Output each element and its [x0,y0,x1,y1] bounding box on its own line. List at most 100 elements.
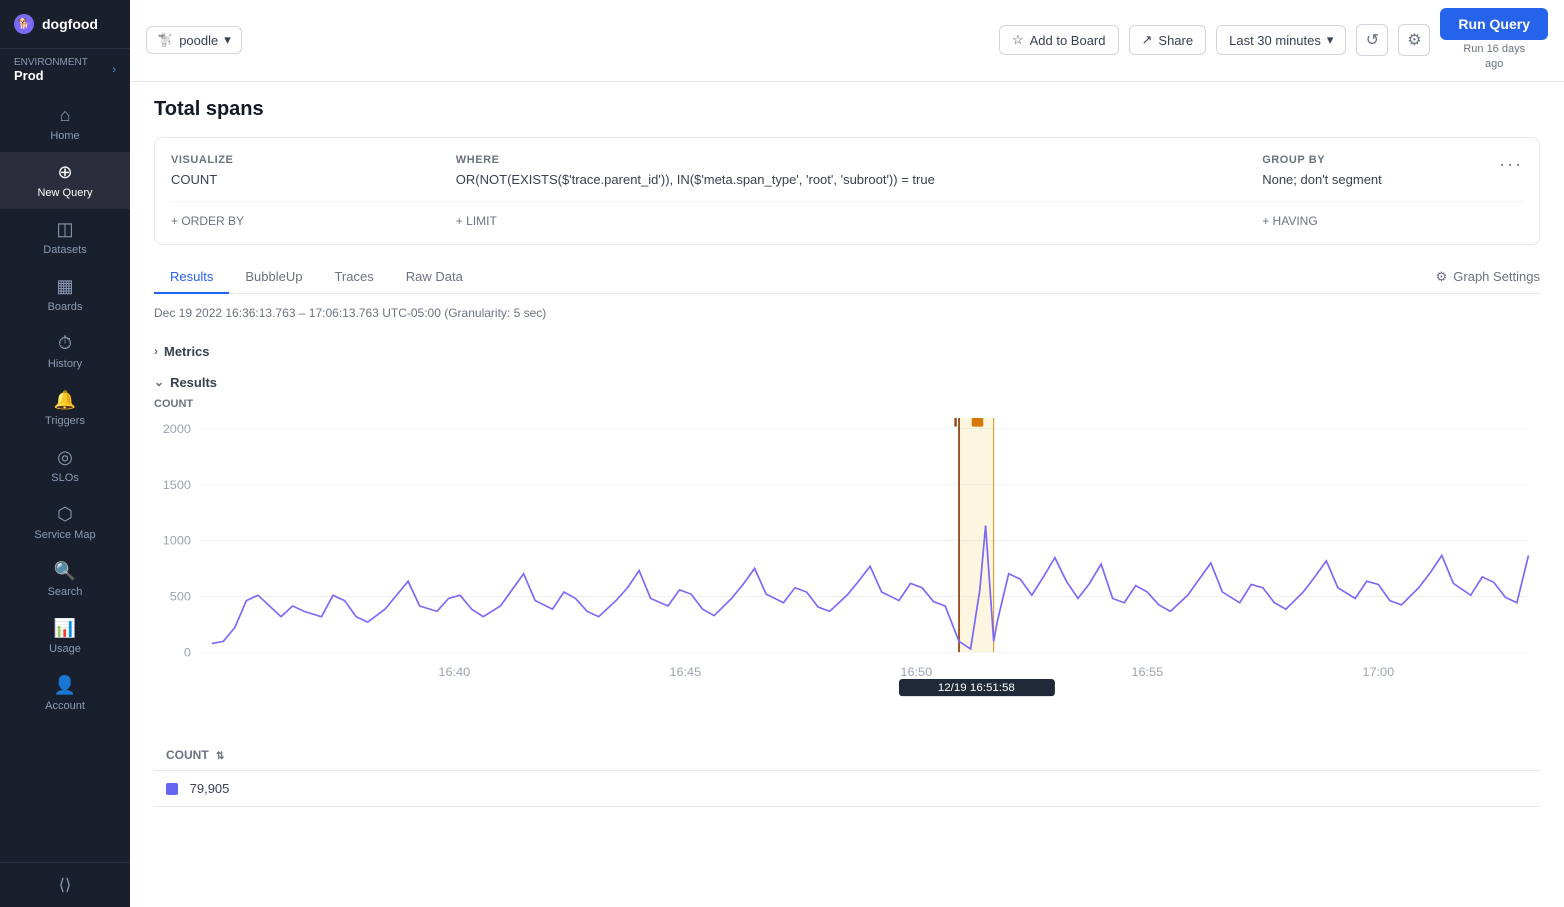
sidebar-item-boards[interactable]: ▦ Boards [0,266,130,323]
sidebar-item-label: Service Map [34,529,95,541]
add-to-board-label: Add to Board [1030,33,1106,48]
environment-selector[interactable]: ENVIRONMENT Prod › [0,49,130,91]
sidebar-item-label: Account [45,700,85,712]
group-by-col: GROUP BY None; don't segment [1262,154,1523,187]
run-query-section: Run Query Run 16 days ago [1440,8,1548,73]
results-section-header[interactable]: ⌄ Results [154,367,1540,398]
tab-results[interactable]: Results [154,261,229,294]
share-button[interactable]: ↗ Share [1129,25,1207,55]
add-limit-button[interactable]: + LIMIT [456,214,1238,228]
sidebar-item-search[interactable]: 🔍 Search [0,551,130,608]
group-by-value[interactable]: None; don't segment [1262,172,1523,187]
metrics-label: Metrics [164,344,210,359]
where-label: WHERE [456,154,1238,166]
tab-traces[interactable]: Traces [318,261,389,294]
svg-text:16:40: 16:40 [438,665,470,678]
home-icon: ⌂ [60,105,71,126]
count-value: 79,905 [190,781,230,796]
where-col: WHERE OR(NOT(EXISTS($'trace.parent_id'))… [456,154,1238,187]
more-options-button[interactable]: ··· [1499,154,1523,175]
sidebar-item-triggers[interactable]: 🔔 Triggers [0,380,130,437]
svg-text:1000: 1000 [163,534,191,547]
query-main-row: VISUALIZE COUNT WHERE OR(NOT(EXISTS($'tr… [171,154,1523,187]
metrics-chevron-icon: › [154,344,158,358]
triggers-icon: 🔔 [54,390,76,411]
sidebar-item-label: Usage [49,643,81,655]
chart-y-label: COUNT [154,398,1540,410]
slos-icon: ◎ [57,447,73,468]
svg-text:16:50: 16:50 [900,665,932,678]
results-tabs: Results BubbleUp Traces Raw Data ⚙ Graph… [154,261,1540,294]
new-query-icon: ⊕ [57,162,72,183]
run-info: Run 16 days ago [1463,42,1525,73]
topbar: 🐩 poodle ▾ ☆ Add to Board ↗ Share Last 3… [130,0,1564,82]
content-area: Total spans VISUALIZE COUNT WHERE OR(NOT… [130,82,1564,907]
add-to-board-button[interactable]: ☆ Add to Board [999,25,1119,55]
results-label: Results [170,375,217,390]
sidebar: 🐕 dogfood ENVIRONMENT Prod › ⌂ Home⊕ New… [0,0,130,907]
time-range-info: Dec 19 2022 16:36:13.763 – 17:06:13.763 … [154,306,1540,320]
results-section: ⌄ Results COUNT 2000 1500 [154,367,1540,807]
sidebar-item-label: Search [48,586,83,598]
app-name: dogfood [42,16,98,32]
sidebar-item-label: SLOs [51,472,79,484]
chart-area[interactable]: 2000 1500 1000 500 0 16:40 16:45 [154,418,1540,708]
results-table: COUNT ⇅ 79,905 [154,740,1540,807]
sidebar-item-account[interactable]: 👤 Account [0,665,130,722]
app-logo[interactable]: 🐕 dogfood [0,0,130,49]
search-icon: 🔍 [54,561,76,582]
time-range-chevron-icon: ▾ [1327,32,1334,48]
time-range-selector[interactable]: Last 30 minutes ▾ [1216,25,1346,55]
collapse-icon: ⟨⟩ [59,875,71,895]
sidebar-item-usage[interactable]: 📊 Usage [0,608,130,665]
page-title: Total spans [154,98,1540,121]
svg-text:2000: 2000 [163,422,191,435]
results-chevron-icon: ⌄ [154,375,164,389]
svg-text:500: 500 [170,590,191,603]
refresh-button[interactable]: ↺ [1356,24,1388,56]
visualize-value[interactable]: COUNT [171,172,432,187]
boards-icon: ▦ [56,276,73,297]
count-cell: 79,905 [154,770,1540,806]
sidebar-item-label: Datasets [43,244,86,256]
visualize-col: VISUALIZE COUNT [171,154,432,187]
svg-text:0: 0 [184,646,191,659]
visualize-label: VISUALIZE [171,154,432,166]
sidebar-item-datasets[interactable]: ◫ Datasets [0,209,130,266]
sidebar-item-service-map[interactable]: ⬡ Service Map [0,494,130,551]
where-value[interactable]: OR(NOT(EXISTS($'trace.parent_id')), IN($… [456,172,1238,187]
usage-icon: 📊 [54,618,76,639]
topbar-actions: ☆ Add to Board ↗ Share Last 30 minutes ▾… [999,8,1548,73]
graph-settings-button[interactable]: ⚙ Graph Settings [1436,269,1540,285]
env-selector-label: poodle [179,33,218,48]
time-range-label: Last 30 minutes [1229,33,1321,48]
svg-text:16:45: 16:45 [669,665,701,678]
env-name: Prod [14,68,88,83]
settings-button[interactable]: ⚙ [1398,24,1430,56]
run-query-button[interactable]: Run Query [1440,8,1548,40]
sidebar-item-history[interactable]: ⏱ History [0,323,130,380]
main-content: 🐩 poodle ▾ ☆ Add to Board ↗ Share Last 3… [130,0,1564,907]
add-order-by-button[interactable]: + ORDER BY [171,214,432,228]
count-column-header[interactable]: COUNT ⇅ [154,740,1540,771]
metrics-section-header[interactable]: › Metrics [154,336,1540,367]
table-row: 79,905 [154,770,1540,806]
tab-raw-data[interactable]: Raw Data [390,261,479,294]
settings-icon: ⚙ [1407,30,1421,50]
chart-container: COUNT 2000 1500 1000 500 0 [154,398,1540,732]
history-icon: ⏱ [58,333,72,354]
sidebar-collapse-button[interactable]: ⟨⟩ [0,867,130,903]
tab-bubbleup[interactable]: BubbleUp [229,261,318,294]
env-chevron-icon: › [112,64,116,76]
sidebar-nav: ⌂ Home⊕ New Query◫ Datasets▦ Boards⏱ His… [0,91,130,862]
env-selector-button[interactable]: 🐩 poodle ▾ [146,26,242,54]
star-icon: ☆ [1012,32,1024,48]
sidebar-item-label: Boards [48,301,83,313]
sidebar-item-home[interactable]: ⌂ Home [0,95,130,152]
sidebar-item-slos[interactable]: ◎ SLOs [0,437,130,494]
add-having-button[interactable]: + HAVING [1262,214,1523,228]
refresh-icon: ↺ [1366,30,1379,50]
sidebar-item-new-query[interactable]: ⊕ New Query [0,152,130,209]
group-by-label: GROUP BY [1262,154,1523,166]
share-icon: ↗ [1142,32,1153,48]
